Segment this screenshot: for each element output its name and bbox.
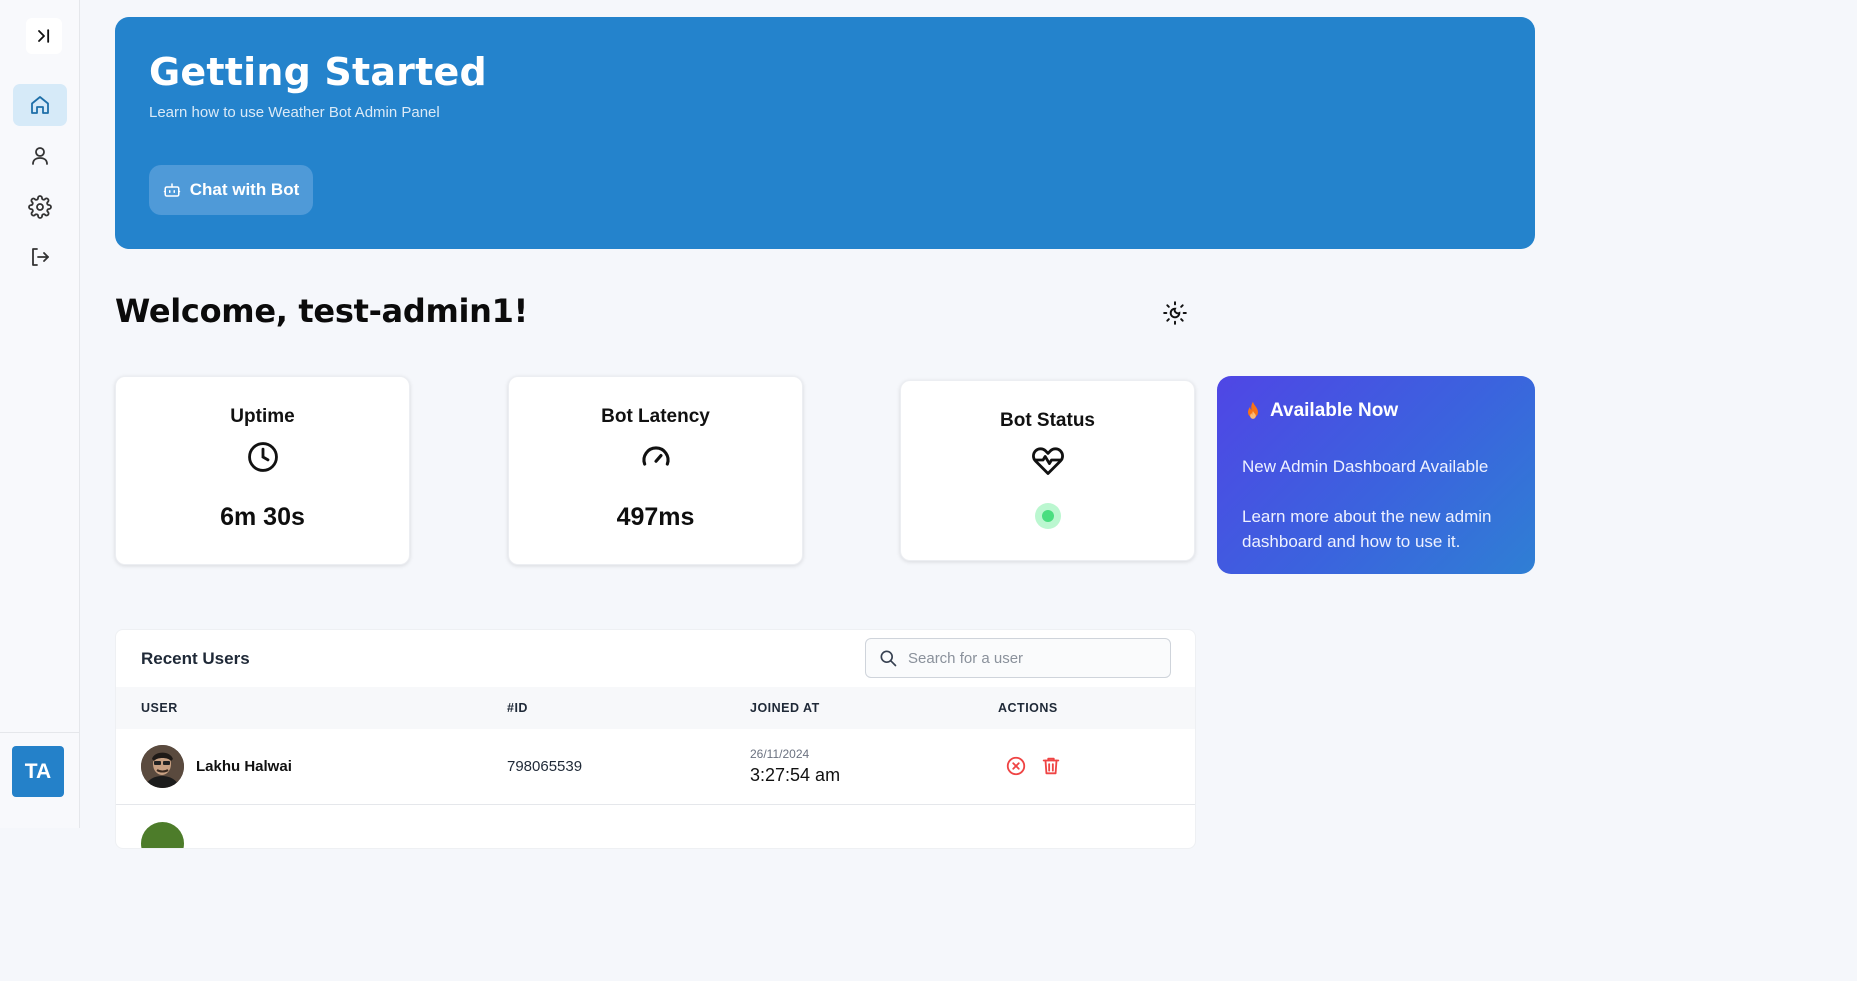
sidebar-item-logout[interactable] xyxy=(13,236,67,278)
welcome-heading: Welcome, test-admin1! xyxy=(115,292,528,330)
uptime-value: 6m 30s xyxy=(220,503,305,531)
sidebar-item-users[interactable] xyxy=(13,135,67,177)
sun-moon-icon xyxy=(1163,301,1187,325)
column-header-actions: ACTIONS xyxy=(998,701,1058,715)
chevron-right-bar-icon xyxy=(38,29,50,43)
hero-subtitle: Learn how to use Weather Bot Admin Panel xyxy=(149,104,440,121)
column-header-user: USER xyxy=(141,701,178,715)
status-indicator xyxy=(1035,503,1061,529)
user-photo xyxy=(141,745,184,788)
user-name: Lakhu Halwai xyxy=(196,758,292,775)
recent-users-title: Recent Users xyxy=(141,649,250,668)
clock-icon xyxy=(247,442,278,472)
promo-header: Available Now xyxy=(1244,400,1398,422)
flame-icon xyxy=(1248,401,1258,419)
user-avatar xyxy=(141,745,184,788)
status-indicator-dot xyxy=(1042,510,1054,522)
chat-with-bot-label: Chat with Bot xyxy=(189,180,300,199)
user-icon xyxy=(32,147,48,165)
recent-users-table: Recent Users USER #ID JOINED AT ACTIONS … xyxy=(115,629,1196,849)
bot-status-card: Bot Status xyxy=(900,380,1195,561)
table-row: Lakhu Halwai 798065539 26/11/2024 3:27:5… xyxy=(116,729,1195,805)
ban-user-icon[interactable] xyxy=(1005,755,1027,777)
delete-user-icon[interactable] xyxy=(1040,755,1062,777)
available-now-promo[interactable]: Available Now New Admin Dashboard Availa… xyxy=(1217,376,1535,574)
user-id: 798065539 xyxy=(507,758,583,775)
search-input[interactable] xyxy=(908,649,1158,667)
chat-with-bot-button[interactable]: Chat with Bot xyxy=(149,165,313,215)
latency-value: 497ms xyxy=(616,503,695,531)
latency-title: Bot Latency xyxy=(601,406,710,427)
sidebar-divider xyxy=(0,732,80,733)
admin-avatar[interactable]: TA xyxy=(12,746,64,797)
uptime-card: Uptime 6m 30s xyxy=(115,376,410,565)
promo-title: Available Now xyxy=(1270,400,1399,421)
bot-status-title: Bot Status xyxy=(1000,410,1095,431)
sidebar: TA xyxy=(0,0,80,828)
settings-icon xyxy=(28,195,52,219)
bot-icon xyxy=(163,183,180,197)
uptime-title: Uptime xyxy=(230,406,295,427)
promo-line-1: New Admin Dashboard Available xyxy=(1242,457,1489,476)
hero-title: Getting Started xyxy=(149,50,487,94)
home-icon xyxy=(31,96,49,114)
getting-started-banner: Getting Started Learn how to use Weather… xyxy=(115,17,1535,249)
promo-line-2: Learn more about the new admin dashboard… xyxy=(1242,507,1492,551)
joined-time: 3:27:54 am xyxy=(750,765,841,785)
logout-icon xyxy=(32,248,49,266)
table-header: USER #ID JOINED AT ACTIONS xyxy=(116,687,1195,729)
user-avatar xyxy=(141,822,184,848)
user-search xyxy=(865,638,1171,678)
sidebar-collapse-button[interactable] xyxy=(26,18,62,54)
sidebar-item-settings[interactable] xyxy=(13,186,67,228)
joined-date: 26/11/2024 xyxy=(750,747,810,761)
theme-toggle-button[interactable] xyxy=(1160,298,1190,328)
table-row xyxy=(116,806,1195,848)
column-header-joined: JOINED AT xyxy=(750,701,820,715)
latency-card: Bot Latency 497ms xyxy=(508,376,803,565)
heart-pulse-icon xyxy=(1031,447,1064,475)
search-icon xyxy=(880,650,897,667)
column-header-id: #ID xyxy=(507,701,528,715)
gauge-icon xyxy=(641,446,670,466)
sidebar-item-home[interactable] xyxy=(13,84,67,126)
